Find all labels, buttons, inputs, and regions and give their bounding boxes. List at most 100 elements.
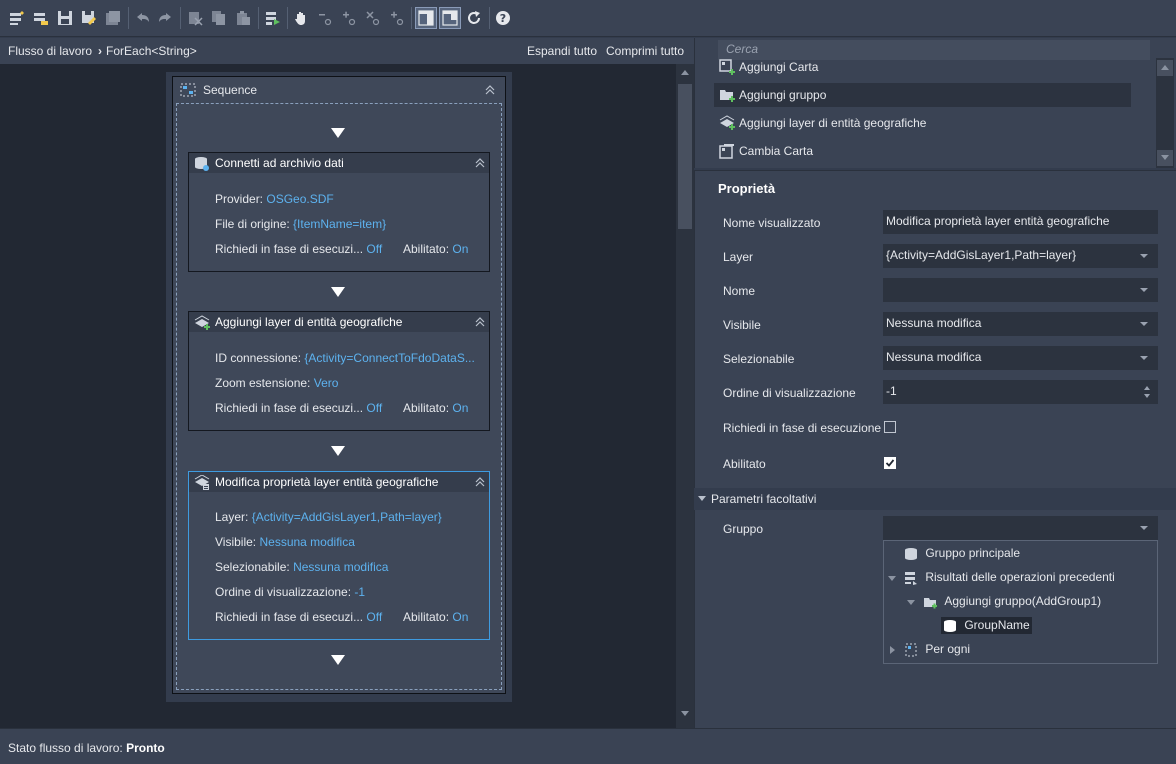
paste-icon[interactable] (232, 7, 254, 29)
help-icon[interactable]: ? (492, 7, 514, 29)
activity-property-selectable: Selezionabile: Nessuna modifica (215, 560, 389, 574)
activity-property-enabled: Abilitato: On (403, 610, 469, 624)
layout-split-icon[interactable] (415, 7, 437, 29)
save-icon[interactable] (54, 7, 76, 29)
chevron-right-icon: › (98, 44, 103, 58)
expand-icon[interactable] (698, 496, 706, 501)
map-switch-icon (719, 143, 735, 162)
enabled-label: Abilitato (723, 457, 766, 471)
display-name-input[interactable]: Modifica proprietà layer entità geografi… (883, 210, 1158, 234)
svg-text:?: ? (500, 12, 506, 25)
folder-add-icon (924, 597, 937, 609)
tree-item-group-name[interactable]: GroupName (941, 617, 1032, 634)
layer-add-icon (194, 315, 210, 334)
collapse-icon[interactable] (474, 316, 486, 328)
group-label: Gruppo (723, 522, 764, 536)
flow-arrow-icon (331, 287, 345, 297)
zoom-in-icon[interactable] (338, 7, 360, 29)
toolbox-item[interactable]: Aggiungi layer di entità geografiche (714, 111, 1131, 135)
selectable-select[interactable]: Nessuna modifica (883, 346, 1158, 370)
scroll-down-icon[interactable] (1157, 150, 1173, 166)
draw-order-label: Ordine di visualizzazione (723, 386, 856, 400)
toolbox-item[interactable]: Cambia Carta (714, 139, 1131, 163)
undo-icon[interactable] (132, 7, 154, 29)
visible-select[interactable]: Nessuna modifica (883, 312, 1158, 336)
open-workflow-icon[interactable] (30, 7, 52, 29)
layer-label: Layer (723, 250, 754, 264)
zoom-reset-icon[interactable] (362, 7, 384, 29)
scroll-up-icon[interactable] (681, 70, 689, 75)
increment-icon[interactable] (1144, 386, 1150, 390)
activity-property-enabled: Abilitato: On (403, 401, 469, 415)
activity-connect-datastore[interactable]: Connetti ad archivio dati Provider: OSGe… (188, 152, 490, 272)
folder-add-icon (719, 87, 735, 106)
breadcrumb: Flusso di lavoro › ForEach<String> (8, 44, 197, 58)
pan-icon[interactable] (290, 7, 312, 29)
tree-item-for-each[interactable]: Per ogni (904, 642, 970, 657)
collapse-icon[interactable] (474, 476, 486, 488)
layer-add-icon (719, 115, 735, 134)
zoom-out-icon[interactable] (314, 7, 336, 29)
sequence-icon (180, 83, 196, 100)
activity-modify-layer-properties[interactable]: Modifica proprietà layer entità geografi… (188, 471, 490, 640)
layout-panel-icon[interactable] (439, 7, 461, 29)
activity-property-provider: Provider: OSGeo.SDF (215, 192, 334, 206)
canvas-scrollbar[interactable] (676, 64, 694, 728)
scroll-up-icon[interactable] (1157, 60, 1173, 76)
collapse-icon[interactable] (474, 157, 486, 169)
runtime-checkbox[interactable] (884, 421, 896, 433)
redo-icon[interactable] (154, 7, 176, 29)
status-bar: Stato flusso di lavoro: Pronto (0, 728, 1176, 764)
save-as-icon[interactable] (78, 7, 100, 29)
activity-property-runtime: Richiedi in fase di esecuzi... Off (215, 401, 383, 415)
properties-title: Proprietà (718, 181, 776, 196)
scroll-down-icon[interactable] (681, 711, 689, 716)
activity-property-source-file: File di origine: {ItemName=item} (215, 217, 387, 231)
new-workflow-icon[interactable] (6, 7, 28, 29)
layer-select[interactable]: {Activity=AddGisLayer1,Path=layer} (883, 244, 1158, 268)
activity-property-visible: Visibile: Nessuna modifica (215, 535, 355, 549)
optional-params-section[interactable]: Parametri facoltativi (694, 488, 1176, 510)
chevron-down-icon (1140, 526, 1148, 530)
group-select[interactable] (883, 516, 1158, 540)
refresh-icon[interactable] (463, 7, 485, 29)
run-icon[interactable] (262, 7, 284, 29)
tree-item-root-group[interactable]: Gruppo principale (904, 546, 1020, 561)
toolbox-item[interactable]: Aggiungi gruppo (714, 83, 1131, 107)
collapse-icon[interactable] (484, 84, 496, 96)
name-select[interactable] (883, 278, 1158, 302)
expand-all-button[interactable]: Espandi tutto (527, 44, 597, 58)
results-icon (905, 571, 917, 585)
activity-title: Aggiungi layer di entità geografiche (215, 315, 403, 329)
activity-add-feature-layer[interactable]: Aggiungi layer di entità geografiche ID … (188, 311, 490, 431)
zoom-fit-icon[interactable] (386, 7, 408, 29)
tree-item-add-group[interactable]: Aggiungi gruppo(AddGroup1) (923, 594, 1101, 609)
enabled-checkbox[interactable] (884, 457, 896, 469)
activity-title: Modifica proprietà layer entità geografi… (215, 475, 439, 489)
save-all-icon[interactable] (102, 7, 124, 29)
tree-collapse-icon[interactable] (907, 600, 915, 605)
flow-arrow-icon (331, 655, 345, 665)
toolbox-scrollbar[interactable] (1156, 58, 1174, 168)
tree-collapse-icon[interactable] (888, 576, 896, 581)
breadcrumb-current[interactable]: ForEach<String> (106, 44, 197, 58)
activity-property-runtime: Richiedi in fase di esecuzi... Off (215, 610, 383, 624)
tree-expand-icon[interactable] (890, 646, 895, 654)
collapse-all-button[interactable]: Comprimi tutto (606, 44, 684, 58)
database-icon (944, 619, 956, 632)
runtime-label: Richiedi in fase di esecuzione (723, 421, 882, 435)
scroll-thumb[interactable] (678, 84, 692, 229)
tree-item-previous-results[interactable]: Risultati delle operazioni precedenti (904, 570, 1115, 585)
toolbox-item[interactable]: Aggiungi Carta (714, 55, 1131, 79)
map-add-icon (719, 59, 735, 78)
draw-order-stepper[interactable]: -1 (883, 380, 1158, 404)
foreach-icon (905, 643, 917, 657)
cut-icon[interactable] (184, 7, 206, 29)
breadcrumb-root[interactable]: Flusso di lavoro (8, 44, 92, 58)
designer-header: Flusso di lavoro › ForEach<String> Espandi… (0, 38, 694, 64)
copy-icon[interactable] (208, 7, 230, 29)
toolbar: ? (0, 0, 1176, 37)
selectable-label: Selezionabile (723, 352, 795, 366)
flow-arrow-icon (331, 446, 345, 456)
decrement-icon[interactable] (1144, 394, 1150, 398)
